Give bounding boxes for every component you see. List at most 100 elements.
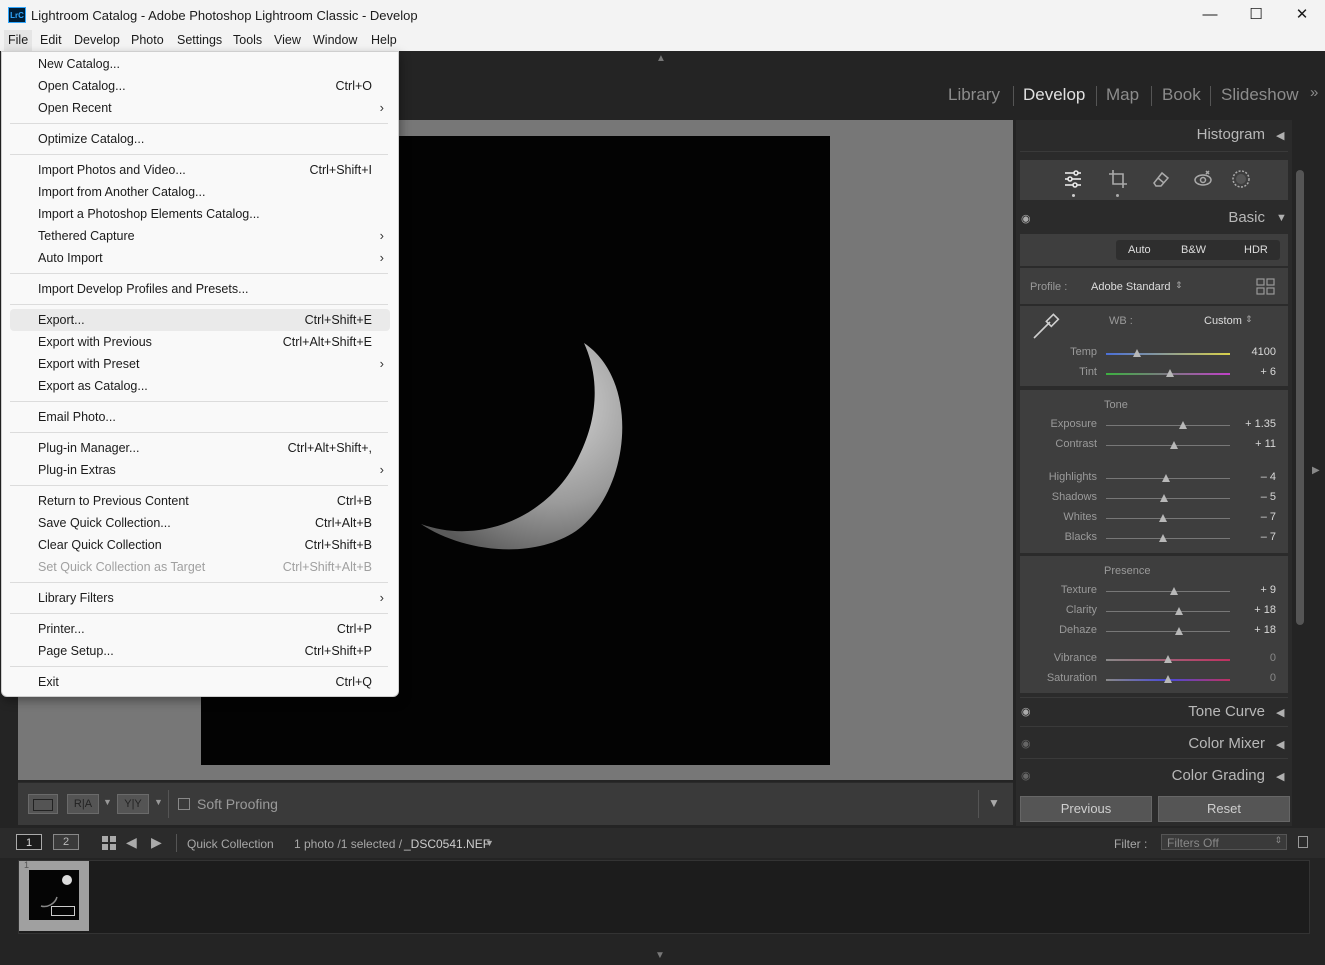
menu-item-optimize-catalog[interactable]: Optimize Catalog... bbox=[10, 128, 390, 150]
menu-item-clear-quick-collection[interactable]: Clear Quick Collection Ctrl+Shift+B bbox=[10, 534, 390, 556]
second-window-button[interactable]: 2 bbox=[53, 834, 79, 850]
slider-thumb-tint[interactable] bbox=[1166, 369, 1175, 377]
color-mixer-collapse-icon[interactable]: ◀ bbox=[1276, 738, 1284, 751]
module-develop[interactable]: Develop bbox=[1023, 85, 1085, 105]
edit-sliders-icon[interactable] bbox=[1063, 169, 1083, 189]
menu-item-save-quick-collection[interactable]: Save Quick Collection... Ctrl+Alt+B bbox=[10, 512, 390, 534]
menu-item-import-develop-profiles-and-presets[interactable]: Import Develop Profiles and Presets... bbox=[10, 278, 390, 300]
loupe-view-button[interactable] bbox=[28, 794, 58, 814]
slider-thumb-blacks[interactable] bbox=[1159, 534, 1168, 542]
slider-track-temp[interactable] bbox=[1106, 353, 1230, 355]
tone-curve-eye-icon[interactable]: ◉ bbox=[1021, 705, 1031, 718]
close-button[interactable]: ✕ bbox=[1279, 0, 1325, 30]
slider-thumb-temp[interactable] bbox=[1133, 349, 1141, 357]
slider-value-clarity[interactable]: + 18 bbox=[1232, 604, 1276, 616]
histogram-collapse-icon[interactable]: ◀ bbox=[1276, 129, 1284, 142]
menu-item-export-with-previous[interactable]: Export with Previous Ctrl+Alt+Shift+E bbox=[10, 331, 390, 353]
slider-track-dehaze[interactable] bbox=[1106, 631, 1230, 632]
basic-panel-header[interactable]: Basic bbox=[1100, 209, 1265, 226]
slider-value-vibrance[interactable]: 0 bbox=[1232, 652, 1276, 664]
menu-item-exit[interactable]: Exit Ctrl+Q bbox=[10, 671, 390, 693]
slider-value-saturation[interactable]: 0 bbox=[1232, 672, 1276, 684]
menu-item-return-to-previous-content[interactable]: Return to Previous Content Ctrl+B bbox=[10, 490, 390, 512]
basic-visibility-eye-icon[interactable]: ◉ bbox=[1021, 212, 1031, 225]
menu-develop[interactable]: Develop bbox=[70, 30, 124, 51]
right-panel-toggle-icon[interactable]: ▶ bbox=[1312, 465, 1320, 476]
menu-item-open-catalog[interactable]: Open Catalog... Ctrl+O bbox=[10, 75, 390, 97]
menu-item-auto-import[interactable]: Auto Import › bbox=[10, 247, 390, 269]
menu-item-library-filters[interactable]: Library Filters › bbox=[10, 587, 390, 609]
menu-window[interactable]: Window bbox=[309, 30, 361, 51]
slider-value-dehaze[interactable]: + 18 bbox=[1232, 624, 1276, 636]
tone-curve-collapse-icon[interactable]: ◀ bbox=[1276, 706, 1284, 719]
slider-thumb-highlights[interactable] bbox=[1161, 474, 1170, 482]
top-panel-toggle-icon[interactable]: ▲ bbox=[656, 53, 666, 64]
menu-tools[interactable]: Tools bbox=[229, 30, 266, 51]
menu-help[interactable]: Help bbox=[367, 30, 401, 51]
menu-item-tethered-capture[interactable]: Tethered Capture › bbox=[10, 225, 390, 247]
soft-proofing-checkbox[interactable] bbox=[178, 798, 190, 810]
previous-button[interactable]: Previous bbox=[1020, 796, 1152, 822]
slider-value-exposure[interactable]: + 1.35 bbox=[1232, 418, 1276, 430]
crop-icon[interactable] bbox=[1108, 169, 1128, 189]
menu-item-open-recent[interactable]: Open Recent › bbox=[10, 97, 390, 119]
menu-item-plug-in-extras[interactable]: Plug-in Extras › bbox=[10, 459, 390, 481]
menu-item-import-a-photoshop-elements-catalog[interactable]: Import a Photoshop Elements Catalog... bbox=[10, 203, 390, 225]
slider-track-blacks[interactable] bbox=[1106, 538, 1230, 539]
module-book[interactable]: Book bbox=[1162, 85, 1201, 105]
module-map[interactable]: Map bbox=[1106, 85, 1139, 105]
slider-thumb-texture[interactable] bbox=[1170, 587, 1179, 595]
slider-value-tint[interactable]: + 6 bbox=[1232, 366, 1276, 378]
before-after-dropdown-icon[interactable]: ▼ bbox=[103, 797, 112, 807]
profile-updown-icon[interactable]: ⇕ bbox=[1175, 280, 1183, 291]
histogram-header[interactable]: Histogram bbox=[1100, 126, 1265, 143]
toolbar-content-dropdown-icon[interactable]: ▼ bbox=[988, 796, 1000, 810]
slider-thumb-shadows[interactable] bbox=[1160, 494, 1169, 502]
slider-thumb-exposure[interactable] bbox=[1178, 421, 1187, 429]
wb-select[interactable]: Custom bbox=[1204, 315, 1242, 327]
menu-item-page-setup[interactable]: Page Setup... Ctrl+Shift+P bbox=[10, 640, 390, 662]
menu-item-email-photo[interactable]: Email Photo... bbox=[10, 406, 390, 428]
slider-track-exposure[interactable] bbox=[1106, 425, 1230, 426]
menu-file[interactable]: File bbox=[4, 30, 33, 51]
slider-thumb-saturation[interactable] bbox=[1164, 675, 1172, 683]
basic-expand-icon[interactable]: ▼ bbox=[1276, 212, 1287, 224]
before-after-ra-button[interactable]: R|A bbox=[67, 794, 99, 814]
menu-item-export-as-catalog[interactable]: Export as Catalog... bbox=[10, 375, 390, 397]
filmstrip-filename[interactable]: _DSC0541.NEF bbox=[404, 837, 490, 851]
filter-select[interactable]: Filters Off ⇕ bbox=[1161, 834, 1287, 850]
menu-item-import-from-another-catalog[interactable]: Import from Another Catalog... bbox=[10, 181, 390, 203]
slider-value-contrast[interactable]: + 11 bbox=[1232, 438, 1276, 450]
slider-value-shadows[interactable]: – 5 bbox=[1232, 491, 1276, 503]
slider-value-texture[interactable]: + 9 bbox=[1232, 584, 1276, 596]
wb-updown-icon[interactable]: ⇕ bbox=[1245, 314, 1253, 325]
next-photo-arrow-icon[interactable]: ▶ bbox=[151, 834, 162, 851]
slider-value-highlights[interactable]: – 4 bbox=[1232, 471, 1276, 483]
color-grading-header[interactable]: Color Grading bbox=[1100, 767, 1265, 784]
profile-select[interactable]: Adobe Standard bbox=[1091, 281, 1171, 293]
auto-button[interactable]: Auto bbox=[1128, 244, 1151, 256]
slider-value-whites[interactable]: – 7 bbox=[1232, 511, 1276, 523]
menu-item-new-catalog[interactable]: New Catalog... bbox=[10, 53, 390, 75]
module-slideshow[interactable]: Slideshow bbox=[1221, 85, 1299, 105]
filmstrip-source[interactable]: Quick Collection bbox=[187, 837, 274, 851]
filmstrip-thumbnail-image[interactable] bbox=[29, 870, 79, 920]
before-after-swap-dropdown-icon[interactable]: ▼ bbox=[154, 797, 163, 807]
maximize-button[interactable]: ☐ bbox=[1233, 0, 1279, 30]
profile-browser-grid-icon[interactable] bbox=[1256, 278, 1276, 296]
filmstrip-panel-toggle-icon[interactable]: ▼ bbox=[655, 950, 665, 961]
menu-photo[interactable]: Photo bbox=[127, 30, 168, 51]
color-grading-collapse-icon[interactable]: ◀ bbox=[1276, 770, 1284, 783]
previous-photo-arrow-icon[interactable]: ◀ bbox=[126, 834, 137, 851]
wb-eyedropper-icon[interactable] bbox=[1030, 310, 1062, 342]
hdr-button[interactable]: HDR bbox=[1244, 244, 1268, 256]
slider-thumb-whites[interactable] bbox=[1159, 514, 1168, 522]
slider-thumb-clarity[interactable] bbox=[1175, 607, 1184, 615]
menu-view[interactable]: View bbox=[270, 30, 305, 51]
more-modules-icon[interactable]: » bbox=[1310, 84, 1318, 101]
slider-value-temp[interactable]: 4100 bbox=[1232, 346, 1276, 358]
menu-settings[interactable]: Settings bbox=[173, 30, 226, 51]
healing-eraser-icon[interactable] bbox=[1151, 169, 1171, 189]
reset-button[interactable]: Reset bbox=[1158, 796, 1290, 822]
bw-button[interactable]: B&W bbox=[1181, 244, 1206, 256]
